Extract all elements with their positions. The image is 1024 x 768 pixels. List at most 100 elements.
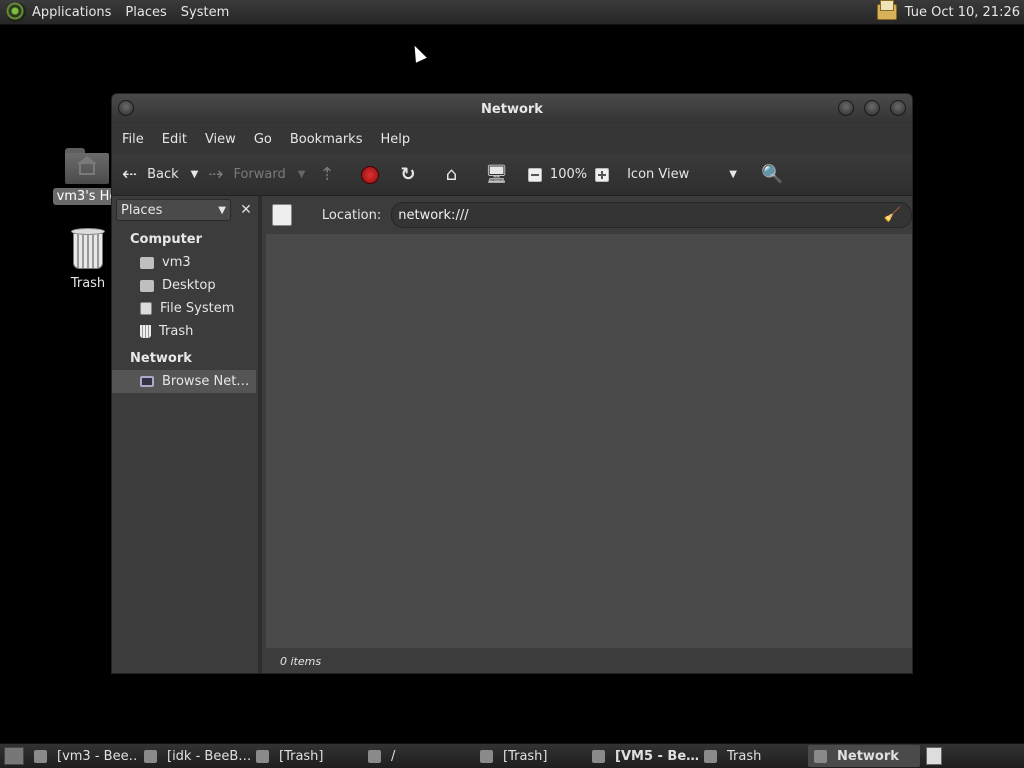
taskbar-item-label: Network	[837, 748, 899, 764]
sidebar-close-icon[interactable]: ✕	[235, 199, 257, 221]
taskbar-item[interactable]: [vm3 - Bee…	[28, 745, 138, 767]
item-count: 0 items	[280, 654, 322, 668]
close-button[interactable]	[890, 100, 906, 116]
window-menu-button[interactable]	[118, 100, 134, 116]
home-button[interactable]: ⌂	[446, 164, 467, 185]
back-button[interactable]: ⇠ Back ▼	[122, 164, 198, 185]
system-menu[interactable]: System	[181, 5, 229, 20]
location-value: network:///	[398, 207, 469, 223]
sidebar-mode-select[interactable]: Places ▼	[116, 199, 231, 221]
search-button[interactable]: 🔍	[761, 164, 793, 185]
up-button[interactable]: ⇡	[319, 164, 344, 185]
sidebar-group-network: Network	[130, 351, 192, 366]
forward-history-dropdown-icon[interactable]: ▼	[298, 169, 306, 180]
computer-button[interactable]: 🖥	[485, 164, 518, 185]
taskbar-item-label: Trash	[727, 748, 762, 764]
app-icon	[34, 749, 47, 763]
workspace-switcher[interactable]	[926, 747, 942, 765]
applications-menu[interactable]: Applications	[32, 5, 111, 20]
location-bar: Location: network:/// 🧹	[266, 196, 912, 234]
menu-help[interactable]: Help	[380, 132, 410, 147]
chevron-down-icon: ▼	[218, 204, 226, 216]
sidebar-item-desktop[interactable]: Desktop	[112, 274, 258, 297]
taskbar-item-label: [vm3 - Bee…	[57, 748, 138, 764]
forward-button[interactable]: ⇢ Forward ▼	[208, 164, 305, 185]
sidebar-item-label: Trash	[159, 324, 194, 339]
menu-bookmarks[interactable]: Bookmarks	[290, 132, 363, 147]
taskbar-item-label: [Trash]	[279, 748, 324, 764]
mail-notification-icon[interactable]	[876, 0, 897, 20]
menu-file[interactable]: File	[122, 132, 144, 147]
app-icon	[144, 749, 157, 763]
location-label: Location:	[321, 207, 382, 223]
taskbar-item[interactable]: /	[362, 745, 474, 767]
desktop-trash[interactable]: Trash	[58, 228, 118, 291]
file-manager-window: Network File Edit View Go Bookmarks Help…	[111, 93, 913, 674]
taskbar-item[interactable]: [Trash]	[250, 745, 362, 767]
sidebar-item-vm3[interactable]: vm3	[112, 251, 258, 274]
home-folder-small-icon: ⌂	[445, 164, 458, 185]
sidebar-item-label: Desktop	[162, 278, 216, 293]
view-mode-select[interactable]: Icon View ▼	[627, 167, 737, 182]
network-icon	[140, 376, 154, 387]
toolbar: ⇠ Back ▼ ⇢ Forward ▼ ⇡ ↻ ⌂ 🖥 100% Icon V…	[112, 154, 912, 196]
window-titlebar[interactable]: Network	[112, 94, 912, 124]
trash-icon	[704, 749, 717, 763]
top-panel: Applications Places System Tue Oct 10, 2…	[0, 0, 1024, 25]
reload-button[interactable]: ↻	[401, 164, 426, 185]
content-area: Places ▼ ✕ Computer vm3 Desktop File Sys…	[112, 196, 912, 673]
show-desktop-icon[interactable]	[4, 747, 24, 765]
back-arrow-icon: ⇠	[122, 164, 138, 185]
menu-edit[interactable]: Edit	[162, 132, 187, 147]
zoom-control: 100%	[527, 167, 617, 182]
reload-icon: ↻	[400, 164, 416, 185]
search-icon: 🔍	[760, 164, 784, 185]
sidebar-item-label: vm3	[162, 255, 191, 270]
forward-arrow-icon: ⇢	[208, 164, 224, 185]
network-icon	[814, 749, 827, 763]
file-view[interactable]: Location: network:/// 🧹 0 items	[266, 196, 912, 673]
zoom-out-icon[interactable]	[527, 167, 542, 182]
location-input[interactable]: network:/// 🧹	[391, 202, 912, 228]
home-folder-icon	[140, 256, 154, 269]
maximize-button[interactable]	[864, 100, 880, 116]
zoom-in-icon[interactable]	[595, 167, 610, 182]
minimize-button[interactable]	[838, 100, 854, 116]
sidebar-item-trash[interactable]: Trash	[112, 320, 258, 343]
taskbar-item[interactable]: [idk - BeeB…	[138, 745, 250, 767]
toggle-location-edit-icon[interactable]	[272, 204, 292, 226]
taskbar-item[interactable]: [VM5 - Be…	[586, 745, 698, 767]
zoom-level[interactable]: 100%	[550, 167, 587, 182]
back-history-dropdown-icon[interactable]: ▼	[191, 169, 199, 180]
sidebar-item-file-system[interactable]: File System	[112, 297, 258, 320]
view-mode-dropdown-icon: ▼	[729, 169, 737, 180]
window-title: Network	[481, 101, 543, 117]
distro-logo-icon[interactable]	[6, 2, 26, 22]
home-folder-icon	[65, 148, 109, 184]
menubar: File Edit View Go Bookmarks Help	[112, 124, 912, 154]
places-menu[interactable]: Places	[125, 5, 166, 20]
taskbar-item[interactable]: [Trash]	[474, 745, 586, 767]
sidebar-header: Places ▼ ✕	[112, 196, 258, 224]
sidebar-group-computer: Computer	[130, 232, 203, 247]
taskbar-item-active[interactable]: Network	[808, 745, 920, 767]
clock[interactable]: Tue Oct 10, 21:26	[905, 5, 1020, 20]
stop-button[interactable]	[360, 165, 379, 184]
taskbar-item-label: [Trash]	[503, 748, 548, 764]
trash-icon	[480, 749, 493, 763]
desktop-folder-icon	[140, 279, 154, 292]
desktop-trash-label: Trash	[70, 276, 106, 291]
taskbar-item[interactable]: Trash	[698, 745, 808, 767]
sidebar-item-label: File System	[160, 301, 235, 316]
app-icon	[592, 749, 605, 763]
menu-go[interactable]: Go	[254, 132, 272, 147]
up-arrow-icon: ⇡	[319, 164, 335, 185]
sidebar: Places ▼ ✕ Computer vm3 Desktop File Sys…	[112, 196, 262, 673]
menu-view[interactable]: View	[205, 132, 236, 147]
folder-icon	[368, 749, 381, 763]
back-label: Back	[147, 167, 179, 182]
status-bar: 0 items	[266, 648, 912, 673]
clear-broom-icon[interactable]: 🧹	[884, 207, 901, 223]
sidebar-item-label: Browse Net…	[162, 374, 250, 389]
sidebar-item-browse-network[interactable]: Browse Net…	[112, 370, 256, 393]
